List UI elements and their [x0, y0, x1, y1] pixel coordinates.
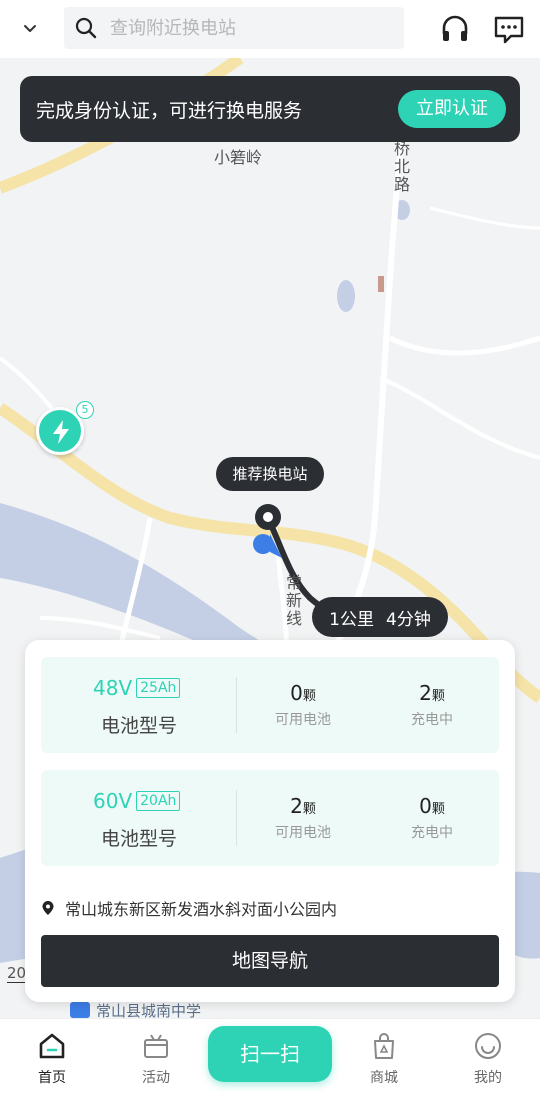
distance-tip: 1公里 4分钟: [312, 597, 448, 637]
tab-label: 首页: [38, 1070, 66, 1086]
tab-profile[interactable]: 我的: [448, 1031, 528, 1087]
chevron-down-icon[interactable]: [18, 16, 42, 40]
available-count: 2: [290, 794, 303, 818]
charging-label: 充电中: [411, 825, 453, 841]
battery-type-label: 电池型号: [101, 828, 178, 850]
station-info-card: 48V 25Ah 电池型号 0颗 可用电池 2颗 充电中 60V 20Ah 电池…: [25, 640, 515, 1002]
top-bar: [0, 0, 540, 58]
route-distance: 1公里: [329, 609, 374, 630]
battery-spec: 60V 20Ah: [93, 789, 181, 813]
station-address-text: 常山城东新区新发酒水斜对面小公园内: [65, 900, 338, 919]
available-count: 0: [290, 681, 303, 705]
tab-label: 商城: [370, 1070, 398, 1086]
divider: [236, 790, 237, 846]
available-stat: 0颗 可用电池: [263, 681, 343, 729]
search-icon: [75, 17, 97, 39]
recommend-station-tip[interactable]: 推荐换电站: [216, 457, 324, 491]
divider: [236, 677, 237, 733]
verify-banner: 完成身份认证，可进行换电服务 立即认证: [20, 76, 520, 142]
battery-voltage: 60V: [93, 789, 133, 813]
profile-icon: [475, 1033, 501, 1059]
charging-stat: 2颗 充电中: [392, 681, 472, 729]
tab-label: 活动: [142, 1070, 170, 1086]
map-scale: 20: [7, 964, 27, 983]
charging-count: 0: [419, 794, 432, 818]
verify-banner-text: 完成身份认证，可进行换电服务: [36, 100, 303, 122]
unit-label: 颗: [302, 802, 316, 817]
available-label: 可用电池: [275, 825, 331, 841]
station-address: 常山城东新区新发酒水斜对面小公园内: [41, 896, 337, 920]
map-label-school: 常山县城南中学: [96, 1002, 202, 1018]
unit-label: 颗: [431, 802, 445, 817]
scan-button[interactable]: 扫一扫: [208, 1026, 332, 1082]
tab-label: 我的: [474, 1070, 502, 1086]
shop-bag-icon: [374, 1033, 394, 1059]
available-stat: 2颗 可用电池: [263, 794, 343, 842]
available-label: 可用电池: [275, 712, 331, 728]
battery-capacity: 25Ah: [136, 678, 181, 698]
charging-label: 充电中: [411, 712, 453, 728]
headset-icon[interactable]: [438, 12, 472, 46]
search-box[interactable]: [64, 7, 404, 49]
map-label-place: 小箬岭: [214, 148, 263, 167]
tab-home[interactable]: 首页: [12, 1031, 92, 1087]
battery-spec: 48V 25Ah: [93, 676, 181, 700]
tab-activity[interactable]: 活动: [116, 1031, 196, 1087]
message-icon[interactable]: [492, 12, 526, 46]
charging-stat: 0颗 充电中: [392, 794, 472, 842]
lightning-icon: [53, 420, 69, 444]
battery-row: 48V 25Ah 电池型号 0颗 可用电池 2颗 充电中: [41, 657, 499, 753]
charging-count: 2: [419, 681, 432, 705]
map-label-road-changxin: 常新线: [283, 574, 302, 628]
battery-type-label: 电池型号: [101, 715, 178, 737]
activity-icon: [144, 1034, 168, 1058]
home-icon: [39, 1033, 65, 1059]
battery-voltage: 48V: [93, 676, 133, 700]
location-pin-icon: [42, 901, 54, 915]
unit-label: 颗: [302, 689, 316, 704]
tab-shop[interactable]: 商城: [344, 1031, 424, 1087]
search-input[interactable]: [110, 7, 390, 49]
verify-now-button[interactable]: 立即认证: [398, 90, 506, 128]
route-duration: 4分钟: [386, 609, 431, 630]
battery-row: 60V 20Ah 电池型号 2颗 可用电池 0颗 充电中: [41, 770, 499, 866]
station-count-badge: 5: [76, 401, 94, 419]
map-navigation-button[interactable]: 地图导航: [41, 935, 499, 987]
unit-label: 颗: [431, 689, 445, 704]
battery-capacity: 20Ah: [136, 791, 181, 811]
